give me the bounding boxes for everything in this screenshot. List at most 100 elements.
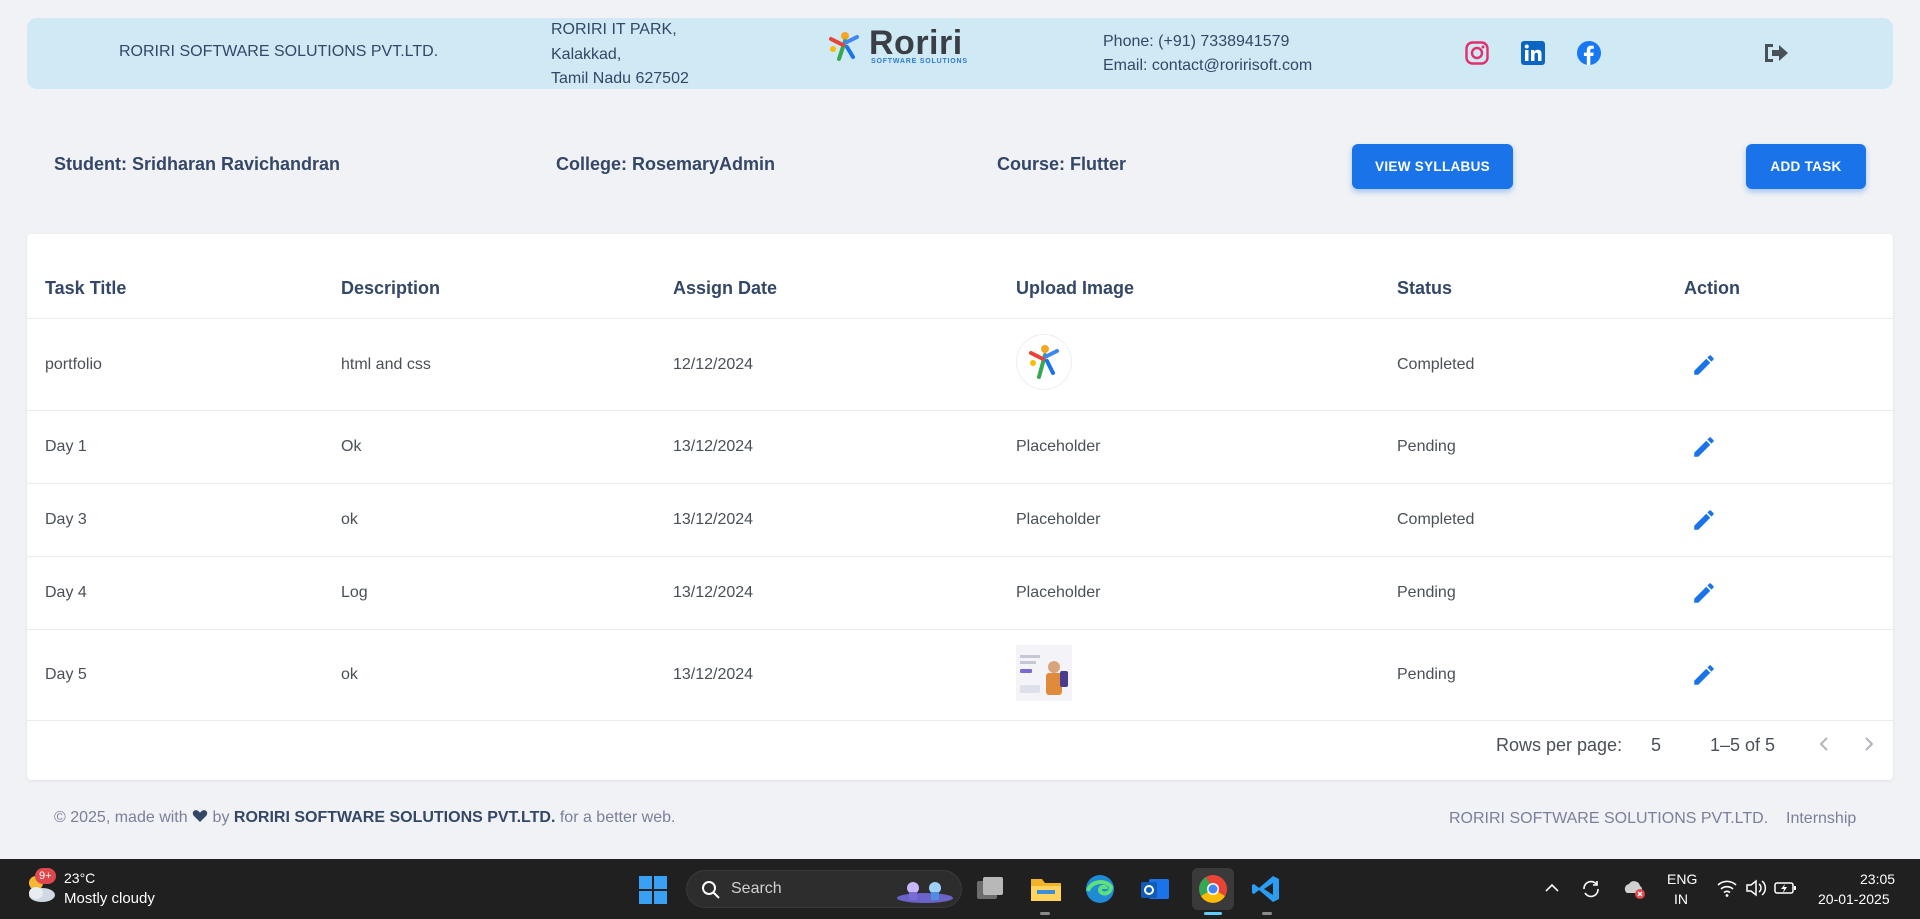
region-text[interactable]: IN [1674,891,1688,907]
file-explorer-icon[interactable] [1029,874,1063,909]
search-icon [702,881,720,899]
chevron-up-icon[interactable] [1543,879,1561,902]
description-cell: Ok [341,438,362,455]
table-row: Day 3 ok 13/12/2024 Placeholder Complete… [27,483,1893,556]
footer-copyright: © 2025, made with by RORIRI SOFTWARE SOL… [54,809,675,827]
column-header-status[interactable]: Status [1397,278,1452,299]
table-divider [27,720,1893,721]
task-title-cell: Day 3 [45,511,87,528]
search-placeholder: Search [731,880,782,897]
task-title-cell: Day 4 [45,584,87,601]
table-row: portfolio html and css 12/12/2024 Comple… [27,318,1893,410]
address-line: Kalakkad, [551,45,622,63]
assign-date-cell: 13/12/2024 [673,666,754,683]
status-cell: Completed [1397,356,1475,373]
sync-icon[interactable] [1580,878,1602,905]
wifi-icon[interactable] [1716,878,1738,903]
status-cell: Pending [1397,438,1456,455]
view-syllabus-button[interactable]: VIEW SYLLABUS [1352,144,1513,189]
footer-company-name: RORIRI SOFTWARE SOLUTIONS PVT.LTD. [233,809,556,826]
language-text[interactable]: ENG [1667,871,1697,887]
windows-taskbar: 9+ 23°C Mostly cloudy Search ENG IN 23:0… [0,859,1920,919]
task-title-cell: portfolio [45,356,102,373]
broken-image-placeholder[interactable]: Placeholder [1016,511,1101,529]
column-header-upload-image[interactable]: Upload Image [1016,278,1134,299]
company-address: RORIRI IT PARK, Kalakkad, Tamil Nadu 627… [551,18,689,92]
broken-image-placeholder[interactable]: Placeholder [1016,438,1101,456]
rows-per-page-label: Rows per page: [1496,735,1623,755]
college-name: College: RosemaryAdmin [556,154,776,174]
edit-icon[interactable] [1691,434,1717,460]
search-highlight-icon [897,882,953,903]
running-indicator [1040,912,1050,915]
heart-icon [192,810,208,822]
logo-tagline: SOFTWARE SOLUTIONS [871,58,968,65]
column-header-action[interactable]: Action [1684,278,1740,299]
footer-internship-link[interactable]: Internship [1786,810,1856,828]
column-header-task-title[interactable]: Task Title [45,278,126,299]
description-cell: html and css [341,356,431,373]
logo-name: Roriri [869,24,963,62]
add-task-button[interactable]: ADD TASK [1746,144,1866,189]
copyright-text: © 2025, made with [54,809,188,826]
linkedin-icon[interactable] [1520,40,1546,66]
roriri-logo-mark-icon [829,31,859,61]
windows-start-icon[interactable] [638,875,668,910]
facebook-icon[interactable] [1576,40,1602,66]
by-text: by [212,809,230,826]
broken-image-placeholder[interactable]: Placeholder [1016,584,1101,602]
footer-company-link[interactable]: RORIRI SOFTWARE SOLUTIONS PVT.LTD. [1449,810,1768,828]
task-title-cell: Day 5 [45,666,87,683]
battery-icon[interactable] [1774,879,1798,902]
description-cell: ok [341,666,358,683]
uploaded-image-thumbnail[interactable] [1016,334,1072,390]
edit-icon[interactable] [1691,352,1717,378]
instagram-icon[interactable] [1464,40,1490,66]
edit-icon[interactable] [1691,507,1717,533]
chrome-browser-icon[interactable] [1192,868,1234,910]
weather-badge: 9+ [35,868,56,884]
pagination-range: 1–5 of 5 [1710,735,1776,755]
column-header-assign-date[interactable]: Assign Date [673,278,777,299]
roriri-logo[interactable]: Roriri SOFTWARE SOLUTIONS [827,24,968,65]
active-indicator [1204,912,1222,915]
address-line: Tamil Nadu 627502 [551,70,689,87]
taskbar-search-input[interactable]: Search [686,870,962,908]
vscode-icon[interactable] [1250,873,1282,910]
phone-text: Phone: (+91) 7338941579 [1103,33,1290,50]
task-title-cell: Day 1 [45,438,87,455]
status-cell: Completed [1397,511,1475,528]
task-view-icon[interactable] [975,875,1007,908]
table-row: Day 1 Ok 13/12/2024 Placeholder Pending [27,410,1893,483]
rows-per-page-select[interactable]: 5 [1651,735,1661,756]
table-row: Day 5 ok 13/12/2024 Pending [27,629,1893,720]
edit-icon[interactable] [1691,580,1717,606]
company-name: RORIRI SOFTWARE SOLUTIONS PVT.LTD. [119,43,439,60]
table-row: Day 4 Log 13/12/2024 Placeholder Pending [27,556,1893,629]
uploaded-image-thumbnail[interactable] [1016,645,1072,701]
edit-icon[interactable] [1691,662,1717,688]
email-text: Email: contact@roririsoft.com [1103,57,1313,74]
volume-icon[interactable] [1745,878,1767,903]
description-cell: ok [341,511,358,528]
temperature-text: 23°C [64,870,96,886]
course-name: Course: Flutter [997,154,1127,174]
column-header-description[interactable]: Description [341,278,440,299]
clock-time[interactable]: 23:05 [1860,871,1895,887]
cloud-error-icon[interactable] [1622,879,1646,904]
previous-page-icon[interactable] [1813,733,1835,755]
assign-date-cell: 13/12/2024 [673,438,754,455]
contact-info: Phone: (+91) 7338941579 Email: contact@r… [1103,30,1312,78]
outlook-icon[interactable] [1139,873,1171,910]
top-header: RORIRI SOFTWARE SOLUTIONS PVT.LTD. RORIR… [27,18,1893,89]
status-cell: Pending [1397,666,1456,683]
logout-icon[interactable] [1762,40,1790,66]
description-cell: Log [341,584,368,601]
edge-browser-icon[interactable] [1084,873,1116,910]
tasks-table: Task Title Description Assign Date Uploa… [27,234,1893,780]
status-cell: Pending [1397,584,1456,601]
weather-text: Mostly cloudy [64,890,155,907]
clock-date[interactable]: 20-01-2025 [1818,891,1890,907]
assign-date-cell: 13/12/2024 [673,511,754,528]
next-page-icon[interactable] [1858,733,1880,755]
